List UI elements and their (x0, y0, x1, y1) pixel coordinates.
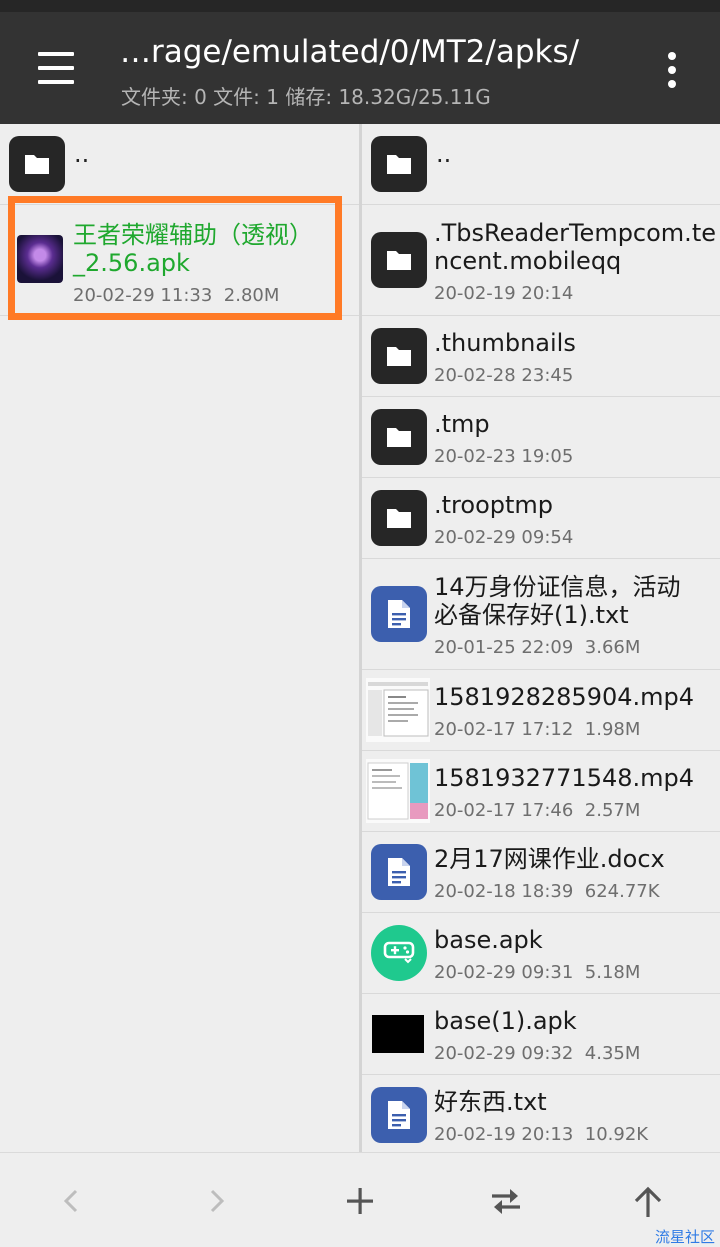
file-meta: 20-01-25 22:09 3.66M (434, 637, 640, 658)
file-name: 王者荣耀辅助（透视）_2.56.apk (73, 221, 313, 277)
parent-directory-row[interactable]: .. (0, 124, 359, 205)
left-file-pane[interactable]: .. 王者荣耀辅助（透视）_2.56.apk 20-02-29 11:33 2.… (0, 124, 359, 1152)
list-item[interactable]: 1581928285904.mp4 20-02-17 17:12 1.98M (362, 670, 720, 751)
list-item[interactable]: .thumbnails 20-02-28 23:45 (362, 316, 720, 397)
file-size: 1.98M (584, 719, 641, 740)
parent-directory-row[interactable]: .. (362, 124, 720, 205)
file-size: 10.92K (584, 1124, 649, 1145)
parent-directory-label: .. (436, 140, 452, 168)
file-name: 1581928285904.mp4 (434, 683, 695, 711)
swap-icon (492, 1189, 520, 1214)
app-bar: …rage/emulated/0/MT2/apks/ 文件夹: 0 文件: 1 … (0, 12, 720, 124)
file-meta: 20-02-17 17:46 2.57M (434, 800, 640, 821)
list-item[interactable]: base.apk 20-02-29 09:31 5.18M (362, 913, 720, 994)
file-meta: 20-02-28 23:45 (434, 365, 573, 386)
file-size: 4.35M (584, 1043, 641, 1064)
file-meta: 20-02-29 09:31 5.18M (434, 962, 640, 983)
document-icon (371, 586, 427, 642)
file-meta: 20-02-29 11:33 2.80M (73, 285, 279, 306)
bottom-toolbar (0, 1152, 720, 1244)
file-size: 5.18M (584, 962, 641, 983)
gamepad-icon (371, 925, 427, 981)
apk-thumbnail-icon (372, 1015, 424, 1053)
file-name: 14万身份证信息，活动必备保存好(1).txt (434, 573, 681, 629)
file-name: 1581932771548.mp4 (434, 764, 695, 792)
folder-icon (371, 490, 427, 546)
add-icon (347, 1188, 373, 1214)
file-date: 20-02-19 20:13 (434, 1124, 574, 1145)
menu-icon (38, 52, 74, 56)
file-date: 20-01-25 22:09 (434, 637, 574, 658)
back-icon (63, 1189, 78, 1213)
file-size: 3.66M (584, 637, 641, 658)
status-bar (0, 0, 720, 12)
current-path: …rage/emulated/0/MT2/apks/ (120, 34, 580, 70)
file-row-selected[interactable]: 王者荣耀辅助（透视）_2.56.apk 20-02-29 11:33 2.80M (0, 205, 359, 316)
file-date: 20-02-29 09:31 (434, 962, 574, 983)
list-item[interactable]: base(1).apk 20-02-29 09:32 4.35M (362, 994, 720, 1075)
file-size: 2.80M (223, 285, 280, 306)
document-icon (371, 844, 427, 900)
list-item[interactable]: 1581932771548.mp4 20-02-17 17:46 2.57M (362, 751, 720, 832)
folder-icon (371, 328, 427, 384)
parent-folder-button[interactable] (618, 1171, 678, 1227)
document-icon (371, 1087, 427, 1143)
list-item[interactable]: 2月17网课作业.docx 20-02-18 18:39 624.77K (362, 832, 720, 913)
file-name: .tmp (434, 410, 490, 438)
folder-icon (371, 136, 427, 192)
right-file-pane[interactable]: .. .TbsReaderTempcom.tencent.mobileqq 20… (362, 124, 720, 1152)
list-item[interactable]: .trooptmp 20-02-29 09:54 (362, 478, 720, 559)
file-name: 2月17网课作业.docx (434, 845, 665, 873)
file-date: 20-02-23 19:05 (434, 446, 574, 467)
file-name: .TbsReaderTempcom.tencent.mobileqq (434, 219, 716, 275)
file-name: .trooptmp (434, 491, 554, 519)
list-item[interactable]: 好东西.txt 20-02-19 20:13 10.92K (362, 1075, 720, 1152)
folder-icon (371, 409, 427, 465)
file-date: 20-02-28 23:45 (434, 365, 574, 386)
file-meta: 20-02-19 20:13 10.92K (434, 1124, 648, 1145)
video-thumbnail-icon (366, 678, 430, 742)
file-meta: 20-02-19 20:14 (434, 283, 573, 304)
file-date: 20-02-29 09:32 (434, 1043, 574, 1064)
more-options-button[interactable] (652, 46, 692, 96)
file-date: 20-02-17 17:12 (434, 719, 574, 740)
video-thumbnail-icon (366, 759, 430, 823)
file-name: base.apk (434, 926, 543, 954)
parent-directory-label: .. (74, 140, 90, 168)
file-date: 20-02-17 17:46 (434, 800, 574, 821)
more-vertical-icon (668, 52, 676, 60)
file-name: .thumbnails (434, 329, 576, 357)
file-meta: 20-02-18 18:39 624.77K (434, 881, 660, 902)
folder-icon (371, 232, 427, 288)
file-date: 20-02-18 18:39 (434, 881, 574, 902)
file-size: 624.77K (584, 881, 660, 902)
add-button[interactable] (330, 1171, 390, 1227)
list-item[interactable]: .tmp 20-02-23 19:05 (362, 397, 720, 478)
list-item[interactable]: 14万身份证信息，活动必备保存好(1).txt 20-01-25 22:09 3… (362, 559, 720, 670)
apk-app-icon (17, 235, 63, 283)
up-arrow-icon (634, 1186, 662, 1217)
file-meta: 20-02-29 09:54 (434, 527, 573, 548)
file-date: 20-02-29 09:54 (434, 527, 574, 548)
forward-icon (210, 1189, 225, 1213)
file-meta: 20-02-23 19:05 (434, 446, 573, 467)
file-meta: 20-02-29 09:32 4.35M (434, 1043, 640, 1064)
file-date: 20-02-29 11:33 (73, 285, 213, 306)
storage-stats: 文件夹: 0 文件: 1 储存: 18.32G/25.11G (121, 85, 491, 109)
forward-button[interactable] (186, 1171, 246, 1227)
file-size: 2.57M (584, 800, 641, 821)
swap-panes-button[interactable] (474, 1171, 534, 1227)
menu-button[interactable] (22, 42, 90, 94)
back-button[interactable] (42, 1171, 102, 1227)
file-name: base(1).apk (434, 1007, 577, 1035)
file-date: 20-02-19 20:14 (434, 283, 574, 304)
folder-icon (9, 136, 65, 192)
file-name: 好东西.txt (434, 1088, 547, 1116)
file-meta: 20-02-17 17:12 1.98M (434, 719, 640, 740)
list-item[interactable]: .TbsReaderTempcom.tencent.mobileqq 20-02… (362, 205, 720, 316)
